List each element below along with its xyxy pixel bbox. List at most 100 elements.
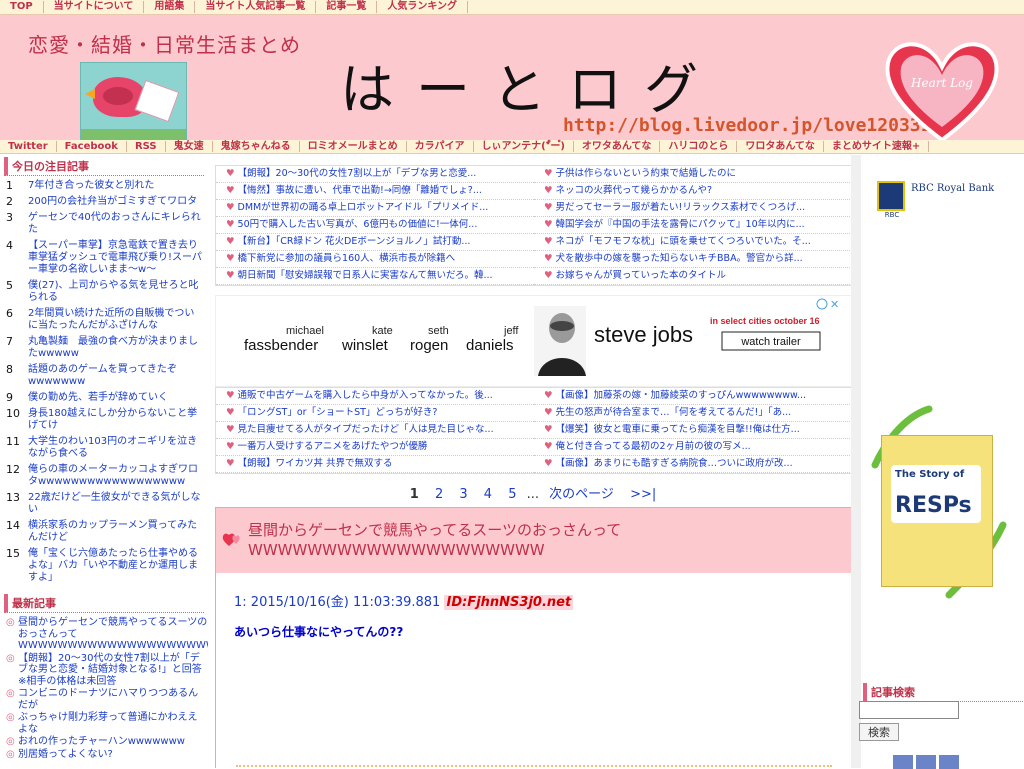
ranking-link[interactable]: 話題のあのゲームを買ってきたぞwwwwwww <box>28 364 204 388</box>
top-nav-item[interactable]: 人気ランキング <box>377 1 469 13</box>
blog-title[interactable]: はーとログ <box>340 45 720 124</box>
ranking-link[interactable]: 2年間買い続けた近所の自販機でついに当たったんだがふざけんな <box>28 308 204 332</box>
link-row[interactable]: ♥ 50円で購入した古い写真が、6億円もの価値に!一体何... <box>216 217 534 234</box>
ranking-link[interactable]: 大学生のわい103円のオニギリを泣きながら食べる <box>28 436 204 460</box>
link-text[interactable]: 俺と付き合ってる最初の2ヶ月前の彼の写メ... <box>556 441 751 452</box>
partner-link[interactable]: オワタあんてな <box>574 141 661 152</box>
ranking-item[interactable]: 10 身長180越えにしか分からないこと挙げてけ <box>0 408 208 436</box>
link-text[interactable]: 見た目痩せてる人がタイプだったけど「人は見た目じゃな... <box>238 424 494 435</box>
ranking-item[interactable]: 7 丸亀製麺 最強の食べ方が決まりましたwwwww <box>0 336 208 364</box>
ranking-item[interactable]: 6 2年間買い続けた近所の自販機でついに当たったんだがふざけんな <box>0 308 208 336</box>
page-link-current[interactable]: 1 <box>410 487 419 502</box>
link-row[interactable]: ♥ ネッコの火葬代って幾らかかるんや? <box>534 183 852 200</box>
top-nav-item[interactable]: 当サイト人気記事一覧 <box>195 1 317 13</box>
latest-item[interactable]: ◎ コンビニのドーナツにハマりつつあるんだが <box>0 688 208 712</box>
ranking-item[interactable]: 1 7年付き合った彼女と別れた <box>0 180 208 196</box>
link-text[interactable]: 韓国学会が『中国の手法を露骨にパクッて』10年以内に... <box>556 219 805 230</box>
partner-link[interactable]: まとめサイト速報+ <box>824 141 930 152</box>
latest-item[interactable]: ◎ 【朗報】20〜30代の女性7割以上が「デブな男と恋愛・結婚対象となる!」と回答… <box>0 653 208 689</box>
partner-link[interactable]: 鬼嫁ちゃんねる <box>213 141 300 152</box>
ranking-item[interactable]: 13 22歳だけど一生彼女ができる気がしない <box>0 492 208 520</box>
ranking-link[interactable]: 22歳だけど一生彼女ができる気がしない <box>28 492 204 516</box>
ranking-item[interactable]: 2 200円の会社弁当がゴミすぎてワロタ <box>0 196 208 212</box>
link-text[interactable]: 通販で中古ゲームを購入したら中身が入ってなかった。後... <box>238 390 493 401</box>
latest-link[interactable]: 別居婚ってよくない? <box>18 749 113 761</box>
latest-item[interactable]: ◎ おれの作ったチャーハンwwwwwww <box>0 736 208 749</box>
link-text[interactable]: お嫁ちゃんが買っていった本のタイトル <box>556 270 727 281</box>
ranking-link[interactable]: 身長180越えにしか分からないこと挙げてけ <box>28 408 204 432</box>
link-row[interactable]: ♥ DMMが世界初の踊る卓上ロボットアイドル「プリメイド... <box>216 200 534 217</box>
partner-link[interactable]: Facebook <box>57 141 127 152</box>
link-row[interactable]: ♥ 【朗報】20〜30代の女性7割以上が「デブな男と恋愛... <box>216 166 534 183</box>
ranking-link[interactable]: 丸亀製麺 最強の食べ方が決まりましたwwwww <box>28 336 204 360</box>
movie-ad-banner[interactable]: michael fassbender kate winslet seth rog… <box>215 295 853 387</box>
link-row[interactable]: ♥ 「ロングST」or「ショートST」どっちが好き? <box>216 405 534 422</box>
page-link[interactable]: 2 <box>435 487 443 502</box>
page-link[interactable]: 4 <box>484 487 492 502</box>
link-text[interactable]: 子供は作らないという約束で結婚したのに <box>556 168 737 179</box>
top-nav-item[interactable]: 用語集 <box>144 1 196 13</box>
top-nav-item[interactable]: TOP <box>0 1 44 13</box>
link-text[interactable]: 朝日新聞「慰安婦誤報で日系人に実害なんて無いだろ。韓... <box>238 270 493 281</box>
partner-link[interactable]: ワロタあんてな <box>737 141 824 152</box>
link-text[interactable]: 男だってセーラー服が着たい!リラックス素材でくつろげ... <box>556 202 806 213</box>
link-text[interactable]: 先生の怒声が待合室まで…「何を考えてるんだ!」「あ... <box>556 407 792 418</box>
search-input[interactable] <box>859 701 959 719</box>
link-row[interactable]: ♥ 犬を散歩中の嫁を襲った知らないキチBBA。警官から詳... <box>534 251 852 268</box>
latest-link[interactable]: 【朗報】20〜30代の女性7割以上が「デブな男と恋愛・結婚対象となる!」と回答 … <box>18 653 204 688</box>
ranking-item[interactable]: 8 話題のあのゲームを買ってきたぞwwwwwww <box>0 364 208 392</box>
link-row[interactable]: ♥ 韓国学会が『中国の手法を露骨にパクッて』10年以内に... <box>534 217 852 234</box>
link-row[interactable]: ♥ 朝日新聞「慰安婦誤報で日系人に実害なんて無いだろ。韓... <box>216 268 534 285</box>
square-icon[interactable] <box>893 755 913 769</box>
partner-link[interactable]: Twitter <box>0 141 57 152</box>
ranking-item[interactable]: 11 大学生のわい103円のオニギリを泣きながら食べる <box>0 436 208 464</box>
link-row[interactable]: ♥ 先生の怒声が待合室まで…「何を考えてるんだ!」「あ... <box>534 405 852 422</box>
link-text[interactable]: 【爆笑】彼女と電車に乗ってたら痴漢を目撃!!俺は仕方... <box>556 424 800 435</box>
ranking-link[interactable]: 200円の会社弁当がゴミすぎてワロタ <box>28 196 204 208</box>
link-text[interactable]: 【新台】「CR緑ドン 花火DEボーンジョルノ」試打動... <box>238 236 471 247</box>
link-text[interactable]: 一番万人受けするアニメをあげたやつが優勝 <box>238 441 428 452</box>
ranking-item[interactable]: 14 横浜家系のカップラーメン買ってみたんだけど <box>0 520 208 548</box>
link-text[interactable]: 【朗報】20〜30代の女性7割以上が「デブな男と恋愛... <box>238 168 477 179</box>
link-text[interactable]: 50円で購入した古い写真が、6億円もの価値に!一体何... <box>238 219 478 230</box>
ranking-item[interactable]: 12 俺らの車のメーターカッコよすぎワロタwwwwwwwwwwwwwwwwww <box>0 464 208 492</box>
link-text[interactable]: 【朗報】ワイカツ丼 共界で無双する <box>238 458 393 469</box>
latest-link[interactable]: コンビニのドーナツにハマりつつあるんだが <box>18 688 204 711</box>
latest-link[interactable]: 昼間からゲーセンで競馬やってるスーツのおっさんってWWWWWWWWWWWWWWW… <box>18 617 208 652</box>
ranking-link[interactable]: 【スーパー車掌】京急電鉄で置き去り車掌猛ダッシュで電車飛び乗り!スーパー車掌の名… <box>28 240 204 276</box>
inner-scrollbar[interactable] <box>851 155 861 768</box>
rbc-ad[interactable]: RBC RBC Royal Bank <box>869 167 1019 227</box>
link-text[interactable]: 「ロングST」or「ショートST」どっちが好き? <box>238 407 438 418</box>
ranking-item[interactable]: 5 僕(27)、上司からやる気を見せろと叱られる <box>0 280 208 308</box>
partner-link[interactable]: ロミオメールまとめ <box>300 141 407 152</box>
latest-item[interactable]: ◎ ぶっちゃけ剛力彩芽って普通にかわええよな <box>0 712 208 736</box>
heart-logo-icon[interactable]: Heart Log <box>882 35 1002 145</box>
search-button[interactable]: 検索 <box>859 723 899 741</box>
link-row[interactable]: ♥ 俺と付き合ってる最初の2ヶ月前の彼の写メ... <box>534 439 852 456</box>
link-text[interactable]: 橋下新党に参加の議員ら160人、横浜市長が除籍へ <box>238 253 456 264</box>
top-nav-item[interactable]: 当サイトについて <box>44 1 145 13</box>
link-row[interactable]: ♥ 一番万人受けするアニメをあげたやつが優勝 <box>216 439 534 456</box>
resp-ad[interactable]: The Story of RESPs <box>869 405 1009 605</box>
link-row[interactable]: ♥ 【画像】あまりにも酷すぎる病院食…ついに政府が改... <box>534 456 852 473</box>
partner-link[interactable]: RSS <box>127 141 166 152</box>
link-row[interactable]: ♥ 橋下新党に参加の議員ら160人、横浜市長が除籍へ <box>216 251 534 268</box>
partner-link[interactable]: ハリコのとら <box>660 141 738 152</box>
link-text[interactable]: 【画像】あまりにも酷すぎる病院食…ついに政府が改... <box>556 458 793 469</box>
ranking-item[interactable]: 9 僕の勤め先、若手が辞めていく <box>0 392 208 408</box>
link-text[interactable]: ネッコの火葬代って幾らかかるんや? <box>556 185 713 196</box>
top-nav-item[interactable]: 記事一覧 <box>316 1 378 13</box>
partner-link[interactable]: カラパイア <box>407 141 474 152</box>
link-row[interactable]: ♥ 子供は作らないという約束で結婚したのに <box>534 166 852 183</box>
ranking-link[interactable]: 俺らの車のメーターカッコよすぎワロタwwwwwwwwwwwwwwwwww <box>28 464 204 488</box>
partner-link[interactable]: しぃアンテナ(*゚ー゚) <box>474 141 574 152</box>
link-text[interactable]: 【画像】加藤茶の嫁・加藤綾菜のすっぴんwwwwwwww... <box>556 390 806 401</box>
latest-item[interactable]: ◎ 別居婚ってよくない? <box>0 749 208 762</box>
ranking-link[interactable]: 僕(27)、上司からやる気を見せろと叱られる <box>28 280 204 304</box>
link-text[interactable]: 【悔然】事故に遭い、代車で出勤!→同僚「離婚でしょ?... <box>238 185 482 196</box>
link-text[interactable]: 犬を散歩中の嫁を襲った知らないキチBBA。警官から詳... <box>556 253 803 264</box>
ranking-link[interactable]: ゲーセンで40代のおっさんにキレられた <box>28 212 204 236</box>
ranking-link[interactable]: 僕の勤め先、若手が辞めていく <box>28 392 204 404</box>
link-row[interactable]: ♥ 見た目痩せてる人がタイプだったけど「人は見た目じゃな... <box>216 422 534 439</box>
link-row[interactable]: ♥ ネコが「モフモフな枕」に頭を乗せてくつろいでいた。そ... <box>534 234 852 251</box>
